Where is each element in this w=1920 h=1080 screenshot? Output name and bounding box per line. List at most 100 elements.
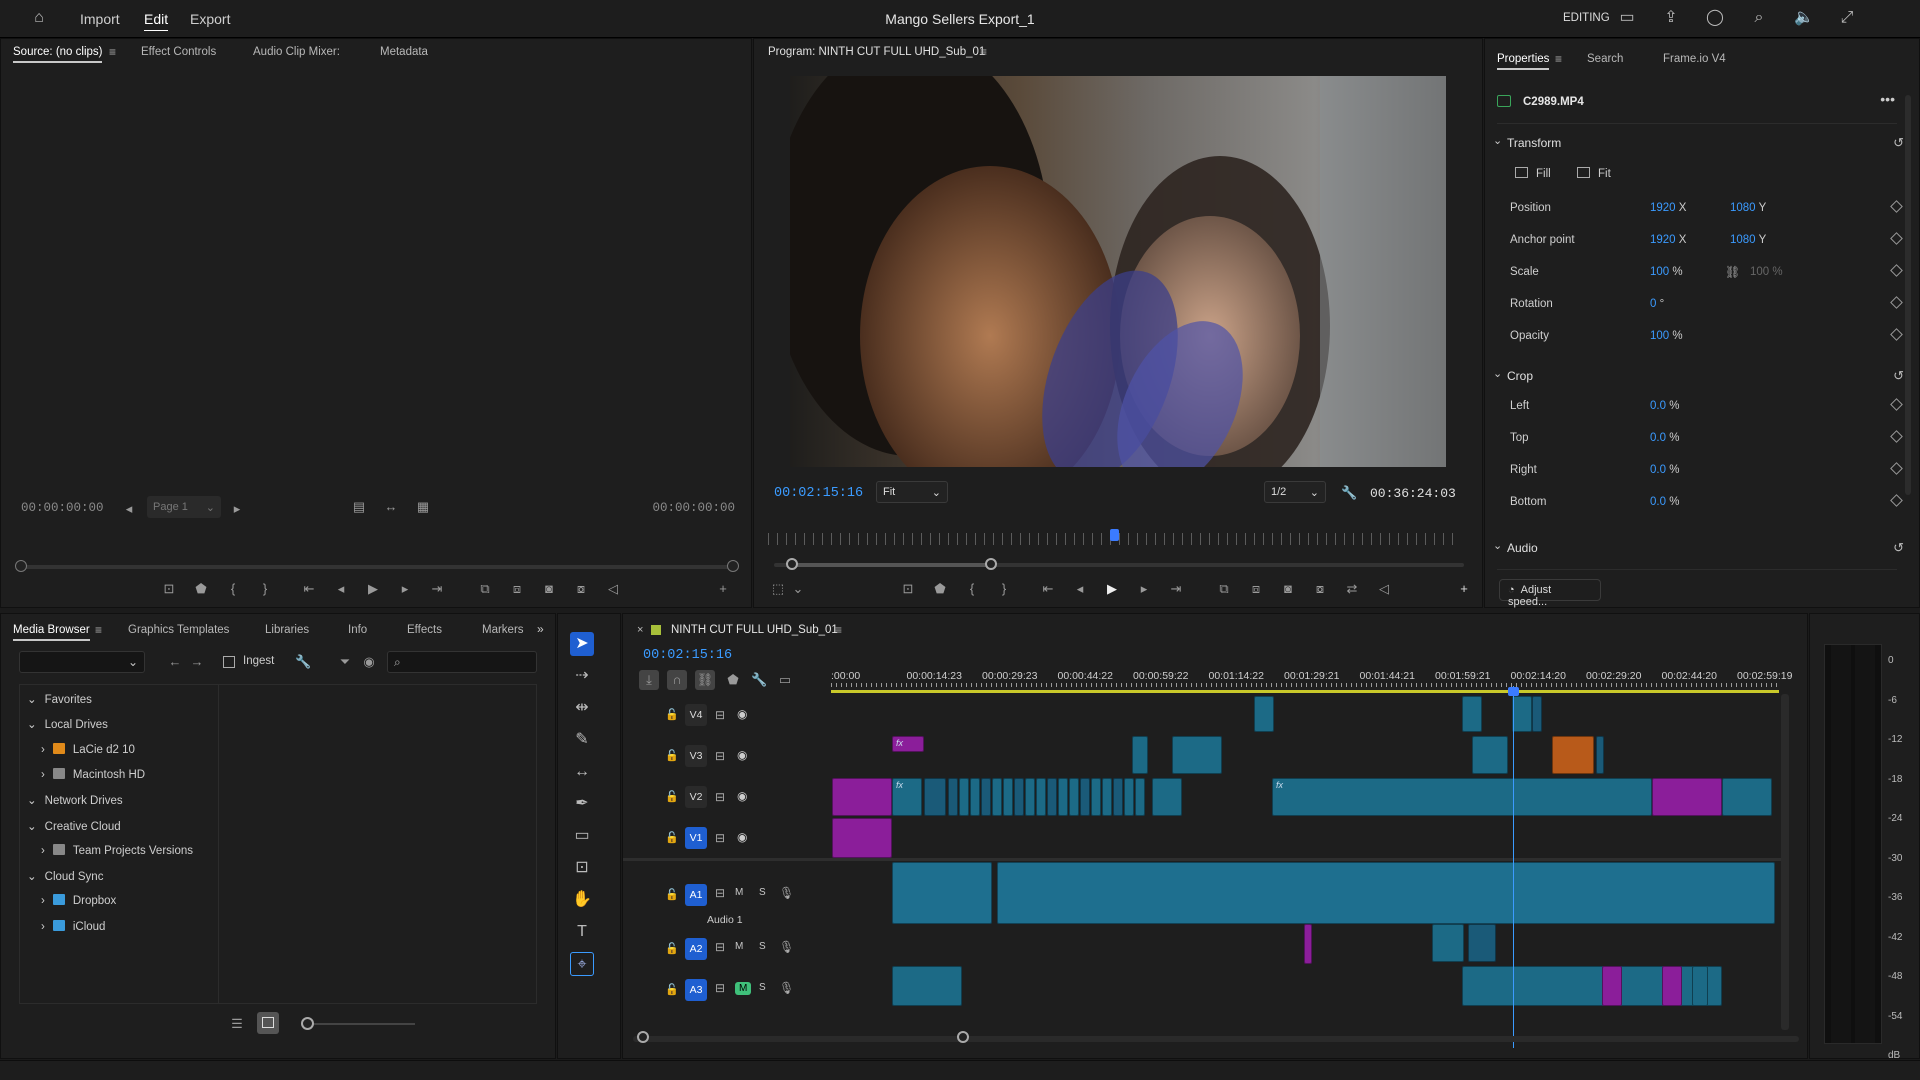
lock-icon[interactable]: 🔓	[665, 790, 679, 803]
hand-tool-icon[interactable]: ✋	[570, 888, 594, 912]
source-timecode-in[interactable]: 00:00:00:00	[21, 501, 104, 515]
linked-selection-icon[interactable]: ⛓	[695, 670, 715, 690]
more-tabs-icon[interactable]: »	[537, 622, 544, 636]
property-value-2[interactable]: 1080 Y	[1730, 234, 1766, 246]
pen-tool-icon[interactable]: ✒	[570, 792, 594, 816]
timeline-clip[interactable]	[924, 778, 946, 816]
timeline-clip[interactable]	[832, 778, 892, 816]
thumbnail-size-slider[interactable]	[305, 1023, 415, 1025]
add-button-icon[interactable]: +	[715, 581, 731, 597]
wrench-icon[interactable]: 🔧	[295, 654, 311, 670]
solo-button[interactable]: S	[759, 982, 766, 993]
timeline-clip[interactable]	[1047, 778, 1057, 816]
keyframe-icon[interactable]	[1890, 200, 1903, 213]
lift-icon[interactable]: ⊡	[900, 581, 916, 597]
source-scrub-handle-right[interactable]	[727, 560, 739, 572]
reset-icon[interactable]: ↺	[1893, 368, 1904, 384]
timeline-timecode[interactable]: 00:02:15:16	[643, 648, 732, 663]
timeline-clip[interactable]	[948, 778, 958, 816]
text-tool-icon[interactable]: T	[570, 920, 594, 944]
play-icon[interactable]: ▶	[365, 581, 381, 597]
track-label[interactable]: V2	[685, 786, 707, 808]
tab-effect-controls[interactable]: Effect Controls	[141, 46, 216, 58]
sync-lock-icon[interactable]: ⊟	[715, 886, 725, 900]
snap-icon[interactable]: ∩	[667, 670, 687, 690]
marker-icon[interactable]: ⬟	[193, 581, 209, 597]
search-input[interactable]: ⌕	[387, 651, 537, 673]
timeline-clip[interactable]	[1602, 966, 1622, 1006]
timeline-clip[interactable]	[1532, 696, 1542, 732]
timeline-clip[interactable]: fx	[1272, 778, 1652, 816]
rectangle-tool-icon[interactable]: ▭	[570, 824, 594, 848]
go-to-in-icon[interactable]: ⇤	[1040, 581, 1056, 597]
timeline-zoom-handle-left[interactable]	[637, 1031, 649, 1043]
reset-icon[interactable]: ↺	[1893, 540, 1904, 556]
step-forward-icon[interactable]: ▸	[1136, 581, 1152, 597]
program-zoom-handle-left[interactable]	[786, 558, 798, 570]
keyframe-icon[interactable]	[1890, 232, 1903, 245]
timeline-clip[interactable]	[1468, 924, 1496, 962]
generative-extend-tool-icon[interactable]: ⌖	[570, 952, 594, 976]
track-label[interactable]: V1	[685, 827, 707, 849]
fullscreen-icon[interactable]: ⤢	[1838, 9, 1856, 27]
program-timecode[interactable]: 00:02:15:16	[774, 486, 863, 501]
property-value-2[interactable]: 1080 Y	[1730, 202, 1766, 214]
sync-lock-icon[interactable]: ⊟	[715, 749, 725, 763]
sync-lock-icon[interactable]: ⊟	[715, 981, 725, 995]
tab-frameio[interactable]: Frame.io V4	[1663, 53, 1726, 65]
fit-select[interactable]: Fit ⌄	[876, 481, 948, 503]
eye-icon[interactable]: ◉	[737, 830, 747, 844]
tab-graphics-templates[interactable]: Graphics Templates	[128, 624, 229, 636]
step-back-icon[interactable]: ◂	[333, 581, 349, 597]
panel-menu-icon[interactable]: ≡	[835, 623, 842, 637]
property-value[interactable]: 0.0 %	[1650, 400, 1679, 412]
solo-button[interactable]: S	[759, 941, 766, 952]
source-scrubber[interactable]	[21, 565, 737, 569]
track-label[interactable]: V4	[685, 704, 707, 726]
play-icon[interactable]: ▶	[1104, 581, 1120, 597]
mute-button[interactable]: M	[735, 887, 743, 898]
comparison-view-icon[interactable]: ⧇	[1312, 581, 1328, 597]
wrench-icon[interactable]: 🔧	[1341, 485, 1357, 501]
microphone-icon[interactable]: 🎙	[779, 886, 794, 900]
speaker-icon[interactable]: ◁	[1376, 581, 1392, 597]
tab-properties[interactable]: Properties	[1497, 53, 1550, 70]
selection-tool-icon[interactable]: ➤	[570, 632, 594, 656]
lock-icon[interactable]: 🔓	[665, 831, 679, 844]
timeline-playhead-handle[interactable]	[1508, 687, 1519, 696]
view-icon[interactable]: ◉	[361, 654, 377, 670]
program-zoom-handle-right[interactable]	[985, 558, 997, 570]
panel-menu-icon[interactable]: ≡	[109, 45, 116, 59]
eye-icon[interactable]: ◉	[737, 707, 747, 721]
program-title[interactable]: Program: NINTH CUT FULL UHD_Sub_01	[768, 46, 985, 58]
audio-section-header[interactable]: ⌄ Audio ↺	[1485, 536, 1919, 558]
timeline-clip[interactable]	[1069, 778, 1079, 816]
track-label[interactable]: A1	[685, 884, 707, 906]
track-label[interactable]: A3	[685, 979, 707, 1001]
source-fit-icon[interactable]: ↔	[383, 499, 399, 515]
timeline-ruler[interactable]: :00:00 00:00:14:23 00:00:29:23 00:00:44:22 0…	[831, 666, 1792, 694]
toggle-proxies-icon[interactable]: ⇄	[1344, 581, 1360, 597]
lift-clip-icon[interactable]: ⧉	[1216, 581, 1232, 597]
add-marker-icon[interactable]: ⬟	[725, 672, 741, 688]
tab-search[interactable]: Search	[1587, 53, 1623, 65]
go-to-out-icon[interactable]: ⇥	[1168, 581, 1184, 597]
timeline-clip[interactable]	[1552, 736, 1594, 774]
timeline-clip[interactable]	[1058, 778, 1068, 816]
keyframe-icon[interactable]	[1890, 398, 1903, 411]
mute-button[interactable]: M	[735, 982, 752, 995]
timeline-clip[interactable]	[992, 778, 1002, 816]
sync-lock-icon[interactable]: ⊟	[715, 831, 725, 845]
timeline-zoom-handle-right[interactable]	[957, 1031, 969, 1043]
timeline-clip[interactable]	[892, 966, 962, 1006]
source-export-icon[interactable]: ▦	[415, 499, 431, 515]
crop-section-header[interactable]: ⌄ Crop ↺	[1485, 364, 1919, 386]
lock-icon[interactable]: 🔓	[665, 983, 679, 996]
lock-icon[interactable]: 🔓	[665, 708, 679, 721]
source-settings-icon[interactable]: ▤	[351, 499, 367, 515]
timeline-clip[interactable]	[981, 778, 991, 816]
overwrite-clip-icon[interactable]: ⧈	[509, 581, 525, 597]
filter-icon[interactable]: ⏷	[337, 654, 353, 670]
insert-icon[interactable]: ⊡	[161, 581, 177, 597]
mark-in-icon[interactable]: {	[964, 581, 980, 597]
